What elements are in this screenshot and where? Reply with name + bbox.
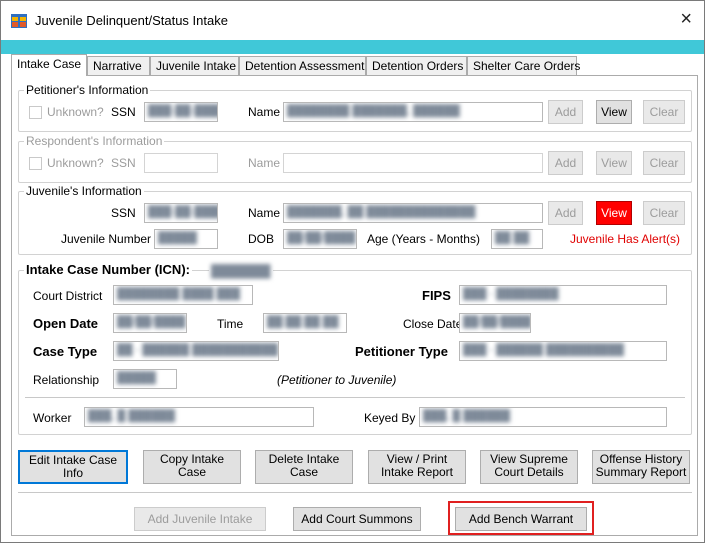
respondent-unknown-checkbox[interactable] bbox=[29, 157, 42, 170]
court-district-label: Court District bbox=[33, 289, 103, 303]
offense-button-line2: Summary Report bbox=[595, 465, 687, 479]
case-type-field[interactable]: ██ - ██████ ███████████ bbox=[113, 341, 279, 361]
petitioner-unknown-label: Unknown? bbox=[47, 105, 104, 119]
time-label: Time bbox=[217, 317, 244, 331]
time-field[interactable]: ██:██:██ ██ bbox=[263, 313, 347, 333]
tab-detention-assessment[interactable]: Detention Assessment bbox=[239, 56, 366, 75]
petitioner-group-title: Petitioner's Information bbox=[24, 83, 151, 97]
app-form-icon bbox=[11, 14, 27, 28]
actions-separator bbox=[18, 492, 692, 493]
tab-detention-orders[interactable]: Detention Orders bbox=[366, 56, 467, 75]
juvenile-name-field[interactable]: ███████, ██ ██████████████ bbox=[283, 203, 543, 223]
juvenile-name-label: Name bbox=[248, 206, 281, 220]
tab-narrative[interactable]: Narrative bbox=[87, 56, 150, 75]
accent-bar bbox=[1, 40, 704, 54]
petitioner-group: Petitioner's Information Unknown? SSN ██… bbox=[18, 83, 692, 132]
respondent-ssn-label: SSN bbox=[111, 156, 136, 170]
delete-intake-case-button[interactable]: Delete Intake Case bbox=[255, 450, 353, 484]
view-supreme-court-details-button[interactable]: View Supreme Court Details bbox=[480, 450, 578, 484]
window-title: Juvenile Delinquent/Status Intake bbox=[35, 13, 228, 28]
juvenile-number-field[interactable]: █████ bbox=[154, 229, 218, 249]
fips-label: FIPS bbox=[422, 288, 451, 303]
respondent-clear-button[interactable]: Clear bbox=[643, 151, 685, 175]
petitioner-name-field[interactable]: ████████ ███████, ██████ bbox=[283, 102, 543, 122]
add-bench-warrant-button[interactable]: Add Bench Warrant bbox=[455, 507, 587, 531]
relationship-field[interactable]: █████ bbox=[113, 369, 177, 389]
juvenile-alert-text: Juvenile Has Alert(s) bbox=[570, 232, 681, 246]
intake-separator bbox=[25, 397, 685, 398]
juvenile-clear-button[interactable]: Clear bbox=[643, 201, 685, 225]
respondent-add-button[interactable]: Add bbox=[548, 151, 583, 175]
petitioner-unknown-checkbox[interactable] bbox=[29, 106, 42, 119]
delete-button-line2: Case bbox=[289, 465, 318, 479]
petitioner-ssn-label: SSN bbox=[111, 105, 136, 119]
juvenile-ssn-label: SSN bbox=[111, 206, 136, 220]
respondent-name-label: Name bbox=[248, 156, 281, 170]
case-type-label: Case Type bbox=[33, 344, 98, 359]
view-print-intake-report-button[interactable]: View / Print Intake Report bbox=[368, 450, 466, 484]
respondent-view-button[interactable]: View bbox=[596, 151, 632, 175]
open-date-field[interactable]: ██/██/████ bbox=[113, 313, 187, 333]
petitioner-type-field[interactable]: ███ - ██████ ██████████ bbox=[459, 341, 667, 361]
print-button-line2: Intake Report bbox=[380, 465, 454, 479]
keyed-by-field[interactable]: ███, █ ██████ bbox=[419, 407, 667, 427]
intake-case-panel: Petitioner's Information Unknown? SSN ██… bbox=[11, 75, 698, 536]
open-date-label: Open Date bbox=[33, 316, 99, 331]
respondent-ssn-field[interactable] bbox=[144, 153, 218, 173]
copy-button-line2: Case bbox=[177, 465, 206, 479]
close-date-field[interactable]: ██/██/████ bbox=[459, 313, 531, 333]
respondent-group-title: Respondent's Information bbox=[24, 134, 165, 148]
tab-intake-case[interactable]: Intake Case bbox=[11, 54, 87, 76]
close-icon[interactable]: × bbox=[680, 8, 692, 31]
edit-button-line2: Info bbox=[62, 466, 83, 480]
court-district-field[interactable]: ████████ ████ ███ bbox=[113, 285, 253, 305]
offense-history-summary-report-button[interactable]: Offense History Summary Report bbox=[592, 450, 690, 484]
intake-window: Juvenile Delinquent/Status Intake × Inta… bbox=[0, 0, 705, 543]
juvenile-add-button[interactable]: Add bbox=[548, 201, 583, 225]
petitioner-ssn-field[interactable]: ███-██-████ bbox=[144, 102, 218, 122]
respondent-group: Respondent's Information Unknown? SSN Na… bbox=[18, 134, 692, 183]
worker-label: Worker bbox=[33, 411, 72, 425]
title-bar: Juvenile Delinquent/Status Intake × bbox=[1, 1, 704, 40]
intake-case-group: Intake Case Number (ICN): ███████ Court … bbox=[18, 262, 692, 435]
juvenile-dob-label: DOB bbox=[248, 232, 275, 246]
copy-intake-case-button[interactable]: Copy Intake Case bbox=[143, 450, 241, 484]
respondent-unknown-label: Unknown? bbox=[47, 156, 104, 170]
juvenile-number-label: Juvenile Number bbox=[61, 232, 152, 246]
juvenile-ssn-field[interactable]: ███-██-████ bbox=[144, 203, 218, 223]
petitioner-name-label: Name bbox=[248, 105, 281, 119]
petitioner-view-button[interactable]: View bbox=[596, 100, 632, 124]
tab-juvenile-intake[interactable]: Juvenile Intake bbox=[150, 56, 239, 75]
edit-intake-case-info-button[interactable]: Edit Intake Case Info bbox=[18, 450, 128, 484]
icn-value: ███████ bbox=[209, 264, 273, 278]
icn-label: Intake Case Number (ICN): bbox=[24, 262, 192, 277]
juvenile-age-field[interactable]: ██ ██ bbox=[491, 229, 543, 249]
relationship-note: (Petitioner to Juvenile) bbox=[277, 373, 397, 387]
worker-field[interactable]: ███, █ ██████ bbox=[84, 407, 314, 427]
juvenile-age-label: Age (Years - Months) bbox=[367, 232, 480, 246]
relationship-label: Relationship bbox=[33, 373, 100, 387]
juvenile-view-button[interactable]: View bbox=[596, 201, 632, 225]
keyed-by-label: Keyed By bbox=[364, 411, 416, 425]
petitioner-add-button[interactable]: Add bbox=[548, 100, 583, 124]
respondent-name-field[interactable] bbox=[283, 153, 543, 173]
close-date-label: Close Date bbox=[403, 317, 463, 331]
tab-shelter-care-orders[interactable]: Shelter Care Orders bbox=[467, 56, 580, 75]
add-juvenile-intake-button[interactable]: Add Juvenile Intake bbox=[134, 507, 266, 531]
fips-field[interactable]: ███ - ████████ bbox=[459, 285, 667, 305]
supreme-button-line2: Court Details bbox=[494, 465, 564, 479]
petitioner-type-label: Petitioner Type bbox=[355, 344, 448, 359]
juvenile-group-title: Juvenile's Information bbox=[24, 184, 144, 198]
juvenile-dob-field[interactable]: ██/██/████ bbox=[283, 229, 357, 249]
add-court-summons-button[interactable]: Add Court Summons bbox=[293, 507, 421, 531]
petitioner-clear-button[interactable]: Clear bbox=[643, 100, 685, 124]
juvenile-group: Juvenile's Information SSN ███-██-████ N… bbox=[18, 184, 692, 255]
